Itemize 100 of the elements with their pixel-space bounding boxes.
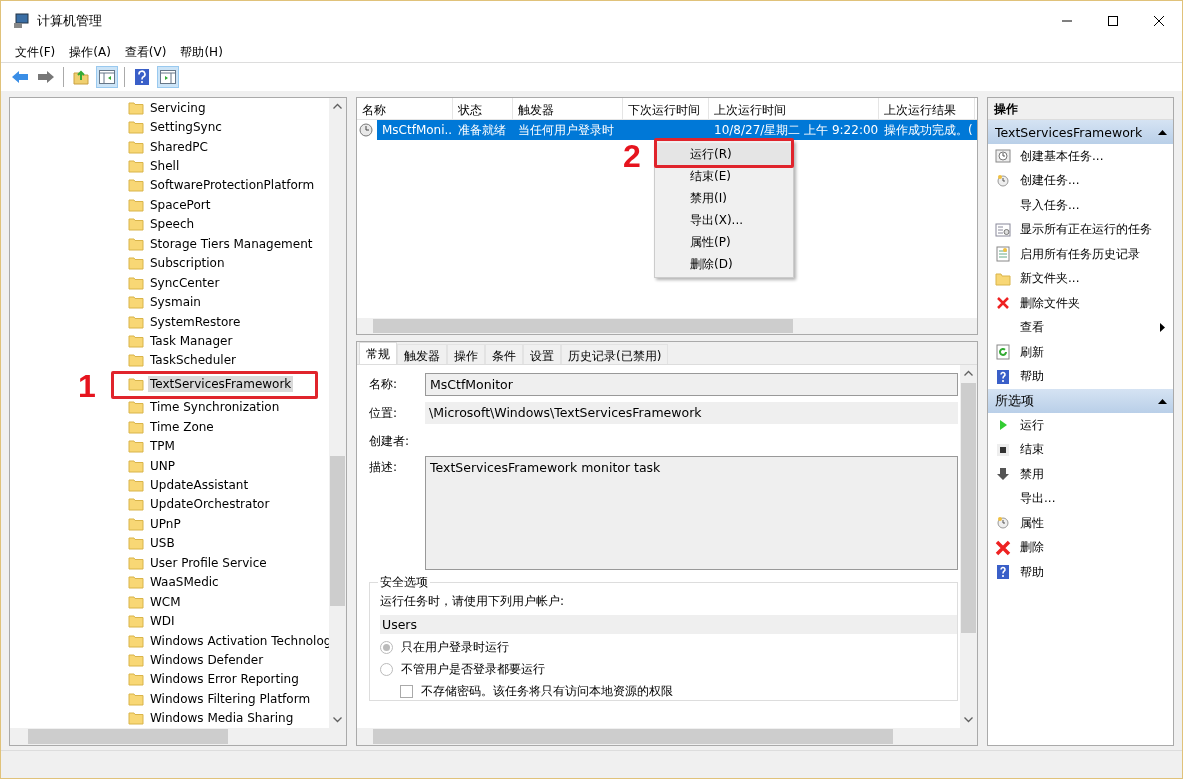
task-list-icon: [995, 221, 1011, 238]
folder-icon: [128, 516, 144, 531]
horizontal-scrollbar[interactable]: [10, 728, 329, 745]
column-header[interactable]: 上次运行时间: [709, 98, 879, 119]
tab[interactable]: 触发器: [397, 344, 447, 364]
menu-item[interactable]: 查看(V): [117, 41, 174, 62]
tree-item[interactable]: Task Manager: [148, 332, 235, 349]
tree-item[interactable]: UpdateOrchestrator: [148, 496, 272, 513]
action-item[interactable]: 新文件夹...: [988, 266, 1173, 291]
tree-item[interactable]: UPnP: [148, 515, 183, 532]
action-item[interactable]: 显示所有正在运行的任务: [988, 217, 1173, 242]
action-item[interactable]: 结束: [988, 437, 1173, 462]
show-tree-button[interactable]: [96, 66, 118, 88]
horizontal-scrollbar[interactable]: [357, 728, 960, 745]
radio-button[interactable]: [380, 641, 393, 654]
tree-item[interactable]: Servicing: [148, 99, 208, 116]
column-header[interactable]: 状态: [453, 98, 513, 119]
show-action-pane-button[interactable]: [157, 66, 179, 88]
action-item[interactable]: 帮助: [988, 364, 1173, 389]
tree-item[interactable]: SharedPC: [148, 138, 210, 155]
tree-item[interactable]: WaaSMedic: [148, 574, 221, 591]
menu-item[interactable]: 帮助(H): [173, 41, 230, 62]
location-field[interactable]: \Microsoft\Windows\TextServicesFramework: [425, 402, 958, 424]
action-item[interactable]: 禁用: [988, 462, 1173, 487]
tab[interactable]: 常规: [359, 342, 397, 364]
action-item[interactable]: 导出...: [988, 486, 1173, 511]
tree-item[interactable]: TextServicesFramework: [148, 375, 294, 392]
scrollbar-thumb[interactable]: [28, 729, 228, 744]
tree-item[interactable]: Sysmain: [148, 294, 203, 311]
action-item[interactable]: 删除: [988, 535, 1173, 560]
tree-item[interactable]: Windows Filtering Platform: [148, 690, 313, 707]
column-header[interactable]: 名称: [357, 98, 453, 119]
tree-item[interactable]: SyncCenter: [148, 274, 222, 291]
menu-item[interactable]: 结束(E): [657, 165, 791, 187]
tree-item[interactable]: SystemRestore: [148, 313, 243, 330]
action-item[interactable]: 属性: [988, 511, 1173, 536]
tree-item[interactable]: Windows Media Sharing: [148, 710, 296, 727]
tab[interactable]: 操作: [447, 344, 485, 364]
menu-item[interactable]: 导出(X)...: [657, 209, 791, 231]
scroll-down-icon[interactable]: [333, 717, 342, 723]
tree-item[interactable]: TaskScheduler: [148, 352, 238, 369]
folder-icon: [128, 139, 144, 154]
tree-item[interactable]: SettingSync: [148, 119, 224, 136]
column-header[interactable]: 触发器: [513, 98, 623, 119]
tree-item[interactable]: TPM: [148, 438, 177, 455]
checkbox[interactable]: [400, 685, 413, 698]
action-item[interactable]: 导入任务...: [988, 193, 1173, 218]
radio-button[interactable]: [380, 663, 393, 676]
tree-item[interactable]: Storage Tiers Management: [148, 235, 315, 252]
tree-item[interactable]: Windows Error Reporting: [148, 671, 301, 688]
menu-item[interactable]: 属性(P): [657, 231, 791, 253]
tree-item[interactable]: WDI: [148, 613, 177, 630]
scrollbar-thumb[interactable]: [373, 729, 893, 744]
tree-item[interactable]: SoftwareProtectionPlatform: [148, 177, 317, 194]
action-item[interactable]: 启用所有任务历史记录: [988, 242, 1173, 267]
name-field[interactable]: MsCtfMonitor: [425, 373, 958, 396]
menu-item[interactable]: 运行(R): [657, 143, 791, 165]
tab[interactable]: 设置: [523, 344, 561, 364]
tree-item[interactable]: User Profile Service: [148, 554, 269, 571]
scroll-down-icon[interactable]: [964, 717, 973, 723]
description-field[interactable]: TextServicesFramework monitor task: [425, 456, 958, 570]
tab[interactable]: 历史记录(已禁用): [561, 344, 669, 364]
scrollbar-thumb[interactable]: [373, 319, 793, 333]
section-header[interactable]: 所选项: [988, 389, 1173, 413]
tree-item[interactable]: Time Synchronization: [148, 399, 282, 416]
action-item[interactable]: 运行: [988, 413, 1173, 438]
menu-item[interactable]: 操作(A): [62, 41, 118, 62]
vertical-scrollbar[interactable]: [960, 365, 977, 728]
action-item[interactable]: 创建任务...: [988, 168, 1173, 193]
scrollbar-thumb[interactable]: [961, 383, 976, 633]
scroll-up-icon[interactable]: [964, 370, 973, 376]
action-item[interactable]: 删除文件夹: [988, 291, 1173, 316]
clock-icon: [995, 515, 1011, 532]
vertical-scrollbar[interactable]: [329, 98, 346, 728]
column-header[interactable]: 上次运行结果: [879, 98, 975, 119]
scrollbar-thumb[interactable]: [330, 456, 345, 606]
menu-item[interactable]: 文件(F): [8, 41, 63, 62]
section-title: 所选项: [995, 392, 1034, 410]
action-item[interactable]: 刷新: [988, 340, 1173, 365]
tree-item[interactable]: Shell: [148, 158, 182, 175]
tab[interactable]: 条件: [485, 344, 523, 364]
tree-item[interactable]: WCM: [148, 593, 183, 610]
tree-item[interactable]: Subscription: [148, 255, 227, 272]
column-header[interactable]: 下次运行时间: [623, 98, 709, 119]
scroll-up-icon[interactable]: [333, 103, 342, 109]
tree-item[interactable]: UpdateAssistant: [148, 477, 251, 494]
action-item[interactable]: 创建基本任务...: [988, 144, 1173, 169]
horizontal-scrollbar[interactable]: [357, 318, 977, 334]
tree-item[interactable]: Speech: [148, 216, 197, 233]
menu-item[interactable]: 禁用(I): [657, 187, 791, 209]
action-item[interactable]: 帮助: [988, 560, 1173, 585]
tree-item[interactable]: USB: [148, 535, 177, 552]
tree-item[interactable]: UNP: [148, 457, 177, 474]
help-icon: [135, 69, 149, 85]
tree-item[interactable]: Time Zone: [148, 418, 216, 435]
menu-item[interactable]: 删除(D): [657, 253, 791, 275]
tree-item[interactable]: SpacePort: [148, 196, 213, 213]
action-item[interactable]: 查看: [988, 315, 1173, 340]
section-header[interactable]: TextServicesFramework: [988, 120, 1173, 144]
tree-item[interactable]: Windows Defender: [148, 651, 266, 668]
